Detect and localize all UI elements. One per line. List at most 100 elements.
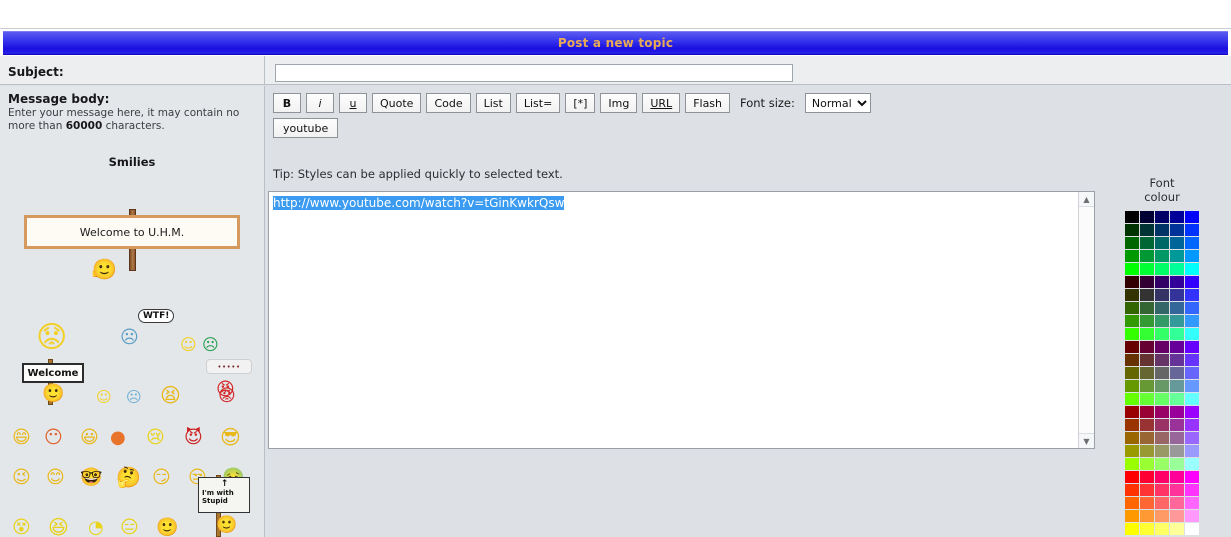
colour-swatch[interactable] — [1170, 510, 1184, 522]
colour-swatch[interactable] — [1170, 263, 1184, 275]
colour-swatch[interactable] — [1185, 432, 1199, 444]
colour-swatch[interactable] — [1125, 432, 1139, 444]
colour-swatch[interactable] — [1185, 276, 1199, 288]
scrollbar-track[interactable] — [1079, 207, 1094, 433]
smiley-yell[interactable]: 😫 — [160, 385, 181, 405]
colour-swatch[interactable] — [1125, 328, 1139, 340]
colour-swatch[interactable] — [1155, 302, 1169, 314]
colour-swatch[interactable] — [1155, 315, 1169, 327]
colour-swatch[interactable] — [1140, 263, 1154, 275]
colour-swatch[interactable] — [1140, 380, 1154, 392]
smiley-cheer[interactable]: 😆 — [48, 517, 69, 537]
colour-swatch[interactable] — [1185, 497, 1199, 509]
colour-swatch[interactable] — [1185, 484, 1199, 496]
smiley-nerd[interactable]: 🤓 — [80, 469, 102, 487]
colour-swatch[interactable] — [1140, 224, 1154, 236]
toolbar-button-italic[interactable]: i — [306, 93, 334, 113]
colour-swatch[interactable] — [1155, 211, 1169, 223]
colour-swatch[interactable] — [1125, 510, 1139, 522]
toolbar-button-underline[interactable]: u — [339, 93, 367, 113]
smiley-orange[interactable]: ● — [110, 429, 126, 447]
toolbar-button-flash[interactable]: Flash — [685, 93, 731, 113]
colour-swatch[interactable] — [1155, 380, 1169, 392]
colour-swatch[interactable] — [1140, 289, 1154, 301]
colour-swatch[interactable] — [1170, 380, 1184, 392]
colour-swatch[interactable] — [1155, 432, 1169, 444]
colour-swatch[interactable] — [1155, 393, 1169, 405]
colour-swatch[interactable] — [1170, 458, 1184, 470]
colour-swatch[interactable] — [1170, 393, 1184, 405]
smiley-wink[interactable]: 😉 — [12, 469, 31, 487]
colour-swatch[interactable] — [1170, 237, 1184, 249]
toolbar-button-img[interactable]: Img — [600, 93, 638, 113]
colour-swatch[interactable] — [1140, 341, 1154, 353]
smiley-smallsmile[interactable]: ☺ — [96, 390, 112, 405]
smiley-welcome-sign[interactable]: Welcome 🙂 — [22, 359, 84, 405]
colour-swatch[interactable] — [1185, 263, 1199, 275]
textarea-scrollbar[interactable]: ▲ ▼ — [1078, 192, 1094, 448]
colour-swatch[interactable] — [1125, 224, 1139, 236]
smiley-shy[interactable]: 😊 — [46, 469, 65, 487]
smiley-cool[interactable]: 😎 — [220, 427, 241, 447]
colour-swatch[interactable] — [1170, 523, 1184, 535]
subject-input[interactable] — [275, 63, 793, 82]
smiley-happy2[interactable]: 😃 — [80, 429, 99, 447]
message-textarea[interactable]: http://www.youtube.com/watch?v=tGinKwkrQ… — [273, 196, 1074, 211]
scroll-down-arrow-icon[interactable]: ▼ — [1079, 433, 1094, 448]
toolbar-button-listitem[interactable]: [*] — [565, 93, 596, 113]
colour-swatch[interactable] — [1185, 445, 1199, 457]
colour-swatch[interactable] — [1155, 237, 1169, 249]
colour-swatch[interactable] — [1170, 276, 1184, 288]
colour-swatch[interactable] — [1140, 250, 1154, 262]
colour-swatch[interactable] — [1140, 276, 1154, 288]
colour-swatch[interactable] — [1140, 497, 1154, 509]
colour-swatch[interactable] — [1170, 354, 1184, 366]
colour-swatch[interactable] — [1125, 289, 1139, 301]
colour-swatch[interactable] — [1140, 315, 1154, 327]
colour-swatch[interactable] — [1125, 406, 1139, 418]
colour-swatch[interactable] — [1185, 341, 1199, 353]
colour-swatch[interactable] — [1170, 445, 1184, 457]
colour-swatch[interactable] — [1185, 302, 1199, 314]
smiley-sos[interactable]: ••••• 😠 — [200, 359, 256, 405]
colour-swatch[interactable] — [1140, 328, 1154, 340]
colour-swatch[interactable] — [1140, 354, 1154, 366]
colour-swatch[interactable] — [1125, 484, 1139, 496]
font-size-select[interactable]: TinySmallNormalLargeHuge — [804, 93, 871, 113]
toolbar-button-url[interactable]: URL — [642, 93, 681, 113]
colour-swatch[interactable] — [1125, 263, 1139, 275]
colour-swatch[interactable] — [1140, 419, 1154, 431]
smiley-blue-shock[interactable]: ☹ — [126, 390, 142, 405]
colour-swatch[interactable] — [1185, 367, 1199, 379]
smiley-shh[interactable]: 😶 — [44, 429, 63, 447]
colour-swatch[interactable] — [1125, 380, 1139, 392]
smiley-dizzy[interactable]: 😵 — [12, 519, 31, 537]
colour-swatch[interactable] — [1155, 523, 1169, 535]
colour-swatch[interactable] — [1125, 471, 1139, 483]
colour-swatch[interactable] — [1140, 523, 1154, 535]
colour-swatch[interactable] — [1170, 419, 1184, 431]
message-textarea-wrapper[interactable]: http://www.youtube.com/watch?v=tGinKwkrQ… — [268, 191, 1095, 449]
colour-swatch[interactable] — [1140, 393, 1154, 405]
colour-swatch[interactable] — [1155, 276, 1169, 288]
colour-swatch[interactable] — [1140, 432, 1154, 444]
colour-swatch[interactable] — [1140, 445, 1154, 457]
toolbar-button-list[interactable]: List — [475, 93, 511, 113]
colour-swatch[interactable] — [1125, 367, 1139, 379]
colour-swatch[interactable] — [1185, 224, 1199, 236]
colour-swatch[interactable] — [1155, 419, 1169, 431]
colour-swatch[interactable] — [1170, 484, 1184, 496]
colour-swatch[interactable] — [1170, 341, 1184, 353]
colour-swatch[interactable] — [1155, 367, 1169, 379]
colour-swatch[interactable] — [1155, 497, 1169, 509]
smiley-grin[interactable]: ☺ — [180, 337, 197, 353]
colour-swatch[interactable] — [1155, 250, 1169, 262]
colour-swatch[interactable] — [1140, 484, 1154, 496]
colour-swatch[interactable] — [1125, 393, 1139, 405]
colour-swatch[interactable] — [1155, 406, 1169, 418]
smiley-question[interactable]: 🤔 — [116, 467, 141, 487]
colour-swatch[interactable] — [1170, 250, 1184, 262]
smiley-devil[interactable]: 😈 — [184, 429, 203, 447]
colour-swatch[interactable] — [1125, 445, 1139, 457]
colour-swatch[interactable] — [1155, 263, 1169, 275]
